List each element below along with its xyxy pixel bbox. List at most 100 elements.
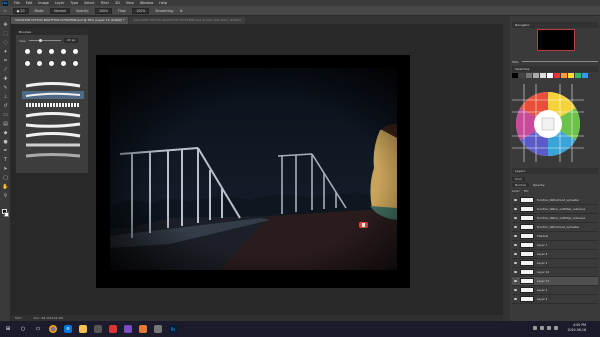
blur-tool-icon[interactable]: ◆	[2, 130, 9, 137]
menu-type[interactable]: Type	[70, 1, 78, 5]
zoom-tool-icon[interactable]: ⚲	[2, 193, 9, 200]
eraser-tool-icon[interactable]: ▭	[2, 112, 9, 119]
visibility-eye-icon[interactable]	[514, 289, 517, 291]
visibility-eye-icon[interactable]	[514, 217, 517, 219]
brush-preset[interactable]	[22, 101, 84, 109]
shape-tool-icon[interactable]: ▢	[2, 175, 9, 182]
edge-icon[interactable]: e	[64, 325, 72, 333]
layer-row[interactable]: fonction_fatherhood_sylvester	[512, 196, 598, 205]
opacity-field[interactable]: 100%	[94, 7, 113, 14]
brush-tip[interactable]	[34, 46, 44, 56]
brush-tool-icon[interactable]: ✎	[2, 85, 9, 92]
swatch[interactable]	[512, 73, 518, 78]
navigator-zoom-value[interactable]: 50%	[512, 60, 519, 64]
visibility-eye-icon[interactable]	[514, 280, 517, 282]
lasso-tool-icon[interactable]: ◌	[2, 40, 9, 47]
menu-3d[interactable]: 3D	[115, 1, 120, 5]
tray-icon[interactable]	[540, 326, 544, 330]
layers-panel-title[interactable]: Layers	[512, 168, 598, 174]
brush-tip[interactable]	[22, 58, 32, 68]
brush-tip[interactable]	[58, 46, 68, 56]
layer-blend-mode[interactable]: Normal	[512, 183, 529, 187]
layer-row[interactable]: Layer 8	[512, 250, 598, 259]
menu-window[interactable]: Window	[140, 1, 153, 5]
brush-tool-icon[interactable]: ✎	[4, 9, 7, 13]
brush-tip[interactable]	[34, 58, 44, 68]
crop-tool-icon[interactable]: ⌗	[2, 58, 9, 65]
brush-size-field[interactable]: 20 px	[64, 38, 79, 43]
brush-tip[interactable]	[22, 46, 32, 56]
volume-icon[interactable]	[554, 326, 558, 330]
search-icon[interactable]: ○	[19, 325, 27, 333]
brush-tip[interactable]	[58, 58, 68, 68]
flow-field[interactable]: 100%	[132, 7, 150, 14]
layer-row-selected[interactable]: Layer 11	[512, 277, 598, 286]
swatch[interactable]	[526, 73, 532, 78]
windows-start-icon[interactable]: ⊞	[4, 325, 12, 333]
layer-row[interactable]: Layer 10	[512, 268, 598, 277]
visibility-eye-icon[interactable]	[514, 235, 517, 237]
visibility-eye-icon[interactable]	[514, 298, 517, 300]
photoshop-taskbar-icon[interactable]: Ps	[169, 325, 177, 333]
clock[interactable]: 4:00 PM 2019-06-16	[567, 323, 586, 333]
swatch[interactable]	[540, 73, 546, 78]
brush-size-slider[interactable]	[29, 39, 62, 42]
navigator-zoom-slider[interactable]	[521, 61, 598, 62]
type-tool-icon[interactable]: T	[2, 157, 9, 164]
brush-tip[interactable]	[70, 46, 80, 56]
visibility-eye-icon[interactable]	[514, 253, 517, 255]
brush-tip[interactable]	[46, 46, 56, 56]
layer-row[interactable]: Layer 7	[512, 241, 598, 250]
wifi-icon[interactable]	[547, 326, 551, 330]
layer-row[interactable]: fonction_father_outfiltop_cutscene	[512, 205, 598, 214]
layer-row[interactable]: Layer 2	[512, 295, 598, 304]
gear-icon[interactable]: ⚙	[180, 9, 183, 13]
visibility-eye-icon[interactable]	[514, 262, 517, 264]
visibility-eye-icon[interactable]	[514, 271, 517, 273]
layer-row[interactable]: Layer 9	[512, 259, 598, 268]
swatch[interactable]	[554, 73, 560, 78]
layer-row[interactable]: fonction_father_outfiltop_cutscene	[512, 214, 598, 223]
app-icon-red[interactable]	[109, 325, 117, 333]
brush-preset-picker[interactable]: ● 20	[12, 7, 29, 14]
visibility-eye-icon[interactable]	[514, 244, 517, 246]
menu-layer[interactable]: Layer	[55, 1, 64, 5]
tray-icon[interactable]	[533, 326, 537, 330]
navigator-preview[interactable]	[537, 29, 575, 51]
store-icon[interactable]	[94, 325, 102, 333]
mode-select[interactable]: Normal	[50, 7, 70, 14]
dodge-tool-icon[interactable]: ●	[2, 139, 9, 146]
brush-preset-selected[interactable]	[22, 91, 84, 99]
brush-preset[interactable]	[22, 141, 84, 149]
visibility-eye-icon[interactable]	[514, 226, 517, 228]
gradient-tool-icon[interactable]: ▤	[2, 121, 9, 128]
brush-preset[interactable]	[22, 121, 84, 129]
app-icon-orange[interactable]	[139, 325, 147, 333]
quick-select-tool-icon[interactable]: ✦	[2, 49, 9, 56]
app-icon-gray[interactable]	[154, 325, 162, 333]
swatch[interactable]	[547, 73, 553, 78]
folder-icon[interactable]	[79, 325, 87, 333]
brush-tip[interactable]	[46, 58, 56, 68]
tab-document-2[interactable]: VACATION TATTOO NIGHTTOP CUTSCENE.psd @ …	[129, 17, 245, 24]
visibility-eye-icon[interactable]	[514, 199, 517, 201]
app-icon-purple[interactable]	[124, 325, 132, 333]
photoshop-logo-icon[interactable]: Ps	[3, 0, 8, 6]
menu-filter[interactable]: Filter	[101, 1, 109, 5]
brush-preset[interactable]	[22, 111, 84, 119]
brush-tip[interactable]	[70, 58, 80, 68]
swatch[interactable]	[575, 73, 581, 78]
eyedropper-tool-icon[interactable]: ⁄	[2, 67, 9, 74]
chrome-icon[interactable]	[49, 325, 57, 333]
tab-document-1[interactable]: VACATION TATTOO NIGHTTOP CUTSCENE.psd @ …	[11, 17, 129, 24]
menu-help[interactable]: Help	[159, 1, 167, 5]
layer-row[interactable]: Shadow	[512, 232, 598, 241]
swatch[interactable]	[561, 73, 567, 78]
visibility-eye-icon[interactable]	[514, 208, 517, 210]
swatch[interactable]	[582, 73, 588, 78]
move-tool-icon[interactable]: ✥	[2, 22, 9, 29]
menu-file[interactable]: File	[14, 1, 20, 5]
history-brush-tool-icon[interactable]: ↺	[2, 103, 9, 110]
marquee-tool-icon[interactable]: ⬚	[2, 31, 9, 38]
menu-image[interactable]: Image	[38, 1, 49, 5]
